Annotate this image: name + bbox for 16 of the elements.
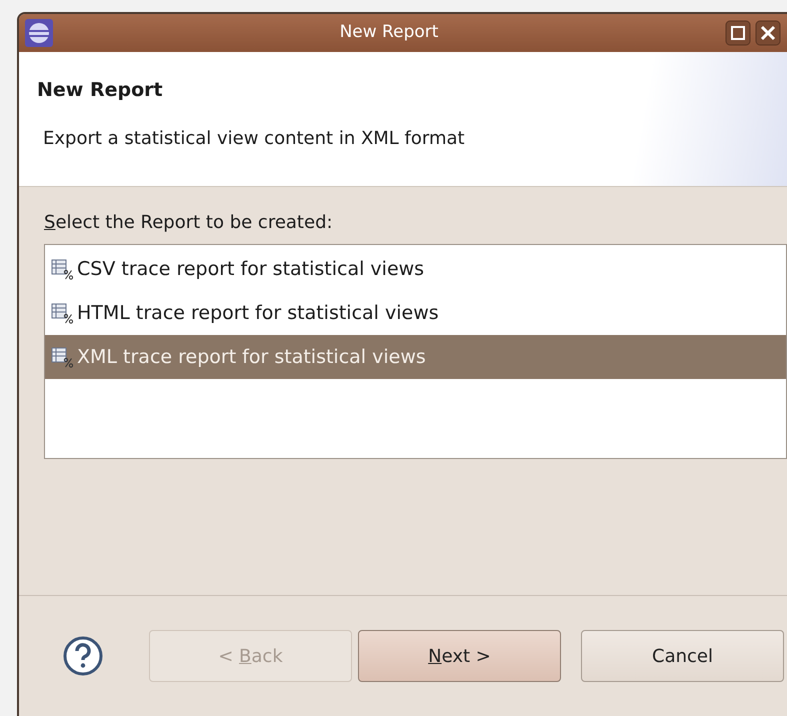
app-icon bbox=[25, 19, 53, 47]
report-option[interactable]: CSV trace report for statistical views bbox=[45, 247, 786, 291]
table-percent-icon bbox=[51, 346, 73, 368]
report-option[interactable]: XML trace report for statistical views bbox=[45, 335, 786, 379]
help-icon[interactable] bbox=[63, 636, 103, 676]
maximize-icon[interactable] bbox=[725, 20, 751, 46]
report-option[interactable]: HTML trace report for statistical views bbox=[45, 291, 786, 335]
table-percent-icon bbox=[51, 258, 73, 280]
close-icon[interactable] bbox=[755, 20, 781, 46]
dialog-button[interactable]: Next > bbox=[358, 630, 561, 682]
table-percent-icon bbox=[51, 302, 73, 324]
dialog-button[interactable]: Cancel bbox=[581, 630, 784, 682]
list-label: Select the Report to be created: bbox=[44, 211, 334, 235]
page-description: Export a statistical view content in XML format bbox=[43, 126, 466, 150]
window-title: New Report bbox=[338, 21, 440, 44]
page-title: New Report bbox=[37, 78, 164, 103]
